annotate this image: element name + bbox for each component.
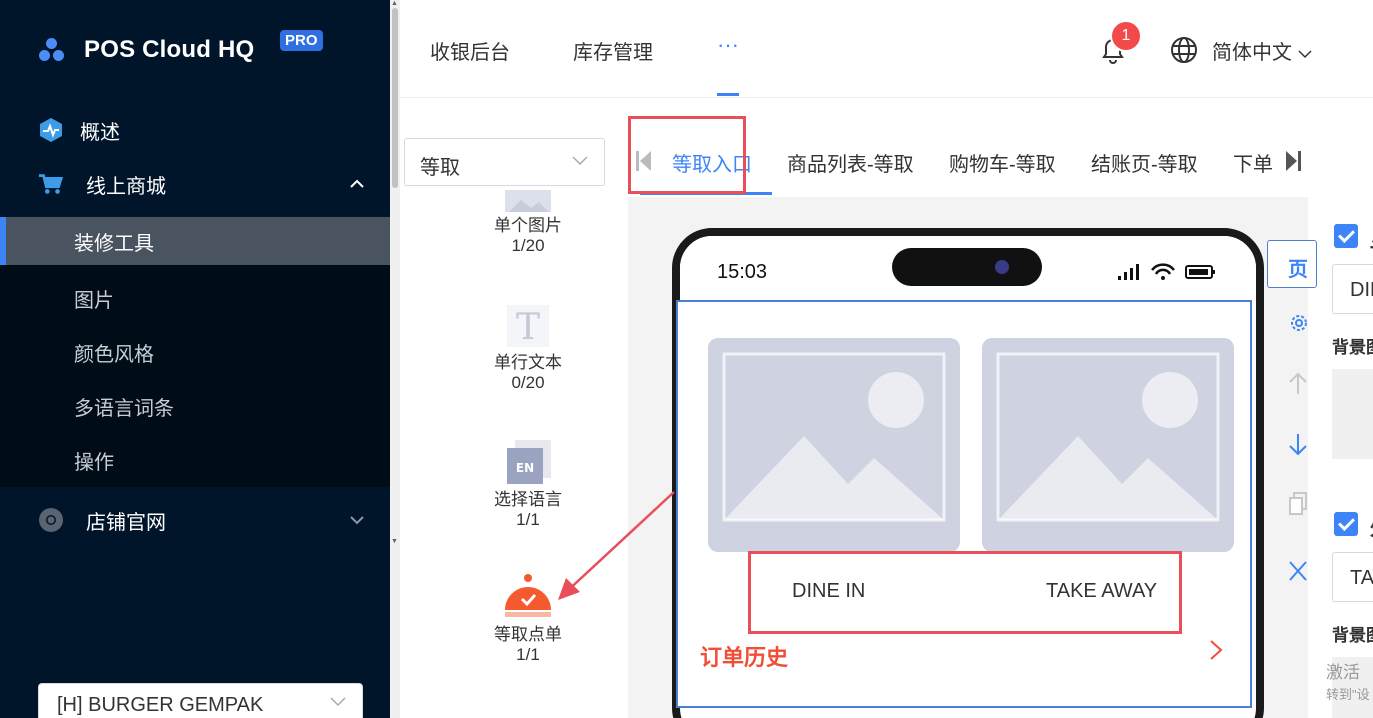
- copy-icon[interactable]: [1288, 492, 1308, 522]
- submenu-item-operations[interactable]: 操作: [0, 436, 390, 484]
- status-icons: [1118, 262, 1218, 287]
- active-tab-indicator: [717, 93, 739, 96]
- tab-checkout-wait[interactable]: 结账页-等取: [1091, 148, 1198, 177]
- brand-title: POS Cloud HQ: [84, 36, 255, 63]
- tab-cart-wait[interactable]: 购物车-等取: [949, 148, 1056, 177]
- component-count: 1/20: [511, 236, 545, 255]
- store-select[interactable]: [H] BURGER GEMPAK: [38, 683, 363, 718]
- brand-logo[interactable]: POS Cloud HQ PRO: [38, 30, 323, 70]
- annotation-arrow-icon: [558, 491, 675, 600]
- gear-icon[interactable]: [1288, 312, 1310, 340]
- menu-item-store-website[interactable]: 店铺官网: [0, 494, 390, 546]
- image-icon: [505, 190, 551, 212]
- scrollbar-thumb[interactable]: [392, 8, 398, 188]
- watermark-line: 激活: [1326, 663, 1360, 682]
- submenu-item-color-style[interactable]: 颜色风格: [0, 328, 390, 376]
- watermark-line: 转到"设: [1326, 687, 1370, 702]
- chevron-right-icon[interactable]: [1208, 638, 1224, 669]
- component-label: 单个图片: [494, 216, 562, 235]
- submenu-label: 操作: [74, 451, 114, 474]
- show-checkbox[interactable]: [1334, 224, 1358, 248]
- tab-place-order[interactable]: 下单: [1233, 148, 1279, 177]
- chevron-down-icon: [1298, 50, 1312, 59]
- phone-time: 15:03: [717, 261, 768, 283]
- submenu-item-decoration-tool[interactable]: 装修工具: [0, 217, 390, 265]
- submenu-label: 颜色风格: [74, 343, 154, 366]
- menu-label: 概述: [80, 121, 120, 144]
- activation-watermark: 激活 转到"设: [1326, 662, 1370, 706]
- component-count: 1/1: [516, 645, 540, 664]
- submenu-label: 多语言词条: [74, 397, 174, 420]
- component-single-image[interactable]: 单个图片 1/20: [440, 190, 616, 256]
- takeaway-checkbox[interactable]: [1334, 512, 1358, 536]
- language-value: 简体中文: [1212, 42, 1292, 64]
- tab-cashier-backend[interactable]: 收银后台: [430, 36, 510, 65]
- component-type-select[interactable]: 等取: [404, 138, 605, 186]
- logo-icon: [38, 36, 66, 64]
- component-type-value: 等取: [420, 157, 460, 179]
- chrome-icon: [38, 507, 64, 533]
- notification-badge[interactable]: 1: [1110, 20, 1142, 52]
- dashboard-icon: [38, 117, 64, 143]
- wait-entry-component[interactable]: DINE IN TAKE AWAY 订单历史: [676, 300, 1252, 708]
- top-header: 收银后台 库存管理 ··· 1 简体中文: [400, 0, 1373, 98]
- dine-in-label-input[interactable]: DINE IN: [1332, 264, 1373, 314]
- component-count: 0/20: [511, 373, 545, 392]
- pro-badge: PRO: [280, 30, 323, 51]
- properties-panel: 显 DINE IN 背景图 外 TAKE AWAY 背景图: [1318, 197, 1373, 718]
- cart-icon: [38, 171, 64, 197]
- svg-text:T: T: [516, 307, 540, 348]
- globe-icon[interactable]: [1170, 36, 1198, 64]
- submenu-label: 图片: [74, 289, 114, 312]
- camera-icon: [995, 260, 1009, 274]
- language-icon: EN: [503, 438, 553, 486]
- menu-label: 线上商城: [86, 175, 166, 198]
- tab-inventory[interactable]: 库存管理: [573, 36, 653, 65]
- menu-item-online-mall[interactable]: 线上商城: [0, 158, 390, 210]
- tabs-next-icon[interactable]: [1285, 150, 1301, 177]
- sidebar: POS Cloud HQ PRO 概述 线上商城 装修工具 图片 颜色风格 多语…: [0, 0, 400, 718]
- submenu-item-images[interactable]: 图片: [0, 274, 390, 322]
- chevron-down-icon: [350, 512, 364, 528]
- component-label: 单行文本: [494, 353, 562, 372]
- language-select[interactable]: 简体中文: [1212, 36, 1312, 65]
- chevron-down-icon: [330, 694, 346, 710]
- tab-product-list-wait[interactable]: 商品列表-等取: [787, 148, 914, 177]
- bg-image-upload[interactable]: [1332, 369, 1373, 459]
- dynamic-island: [892, 248, 1042, 286]
- move-down-icon[interactable]: [1288, 432, 1308, 462]
- tab-more[interactable]: ···: [717, 32, 739, 58]
- chevron-up-icon: [350, 176, 364, 192]
- store-select-value: [H] BURGER GEMPAK: [57, 694, 264, 716]
- submenu-item-language-terms[interactable]: 多语言词条: [0, 382, 390, 430]
- page-settings-button[interactable]: 页: [1267, 240, 1317, 288]
- move-up-icon[interactable]: [1288, 372, 1308, 402]
- bg-image-label: 背景图: [1332, 626, 1373, 645]
- annotation-box-buttons: [748, 551, 1182, 634]
- submenu: 装修工具 图片 颜色风格 多语言词条 操作: [0, 217, 390, 487]
- scroll-down-icon[interactable]: ▼: [391, 538, 398, 545]
- image-placeholder-icon[interactable]: [982, 338, 1234, 552]
- scroll-up-icon[interactable]: ▲: [391, 0, 398, 7]
- close-icon[interactable]: [1288, 560, 1308, 588]
- submenu-label: 装修工具: [74, 232, 154, 255]
- component-label: 等取点单: [494, 625, 562, 644]
- bg-image-label: 背景图: [1332, 338, 1373, 357]
- order-history-link[interactable]: 订单历史: [700, 640, 788, 672]
- take-away-label-input[interactable]: TAKE AWAY: [1332, 552, 1373, 602]
- menu-label: 店铺官网: [86, 511, 166, 534]
- svg-text:EN: EN: [516, 461, 534, 475]
- sidebar-scrollbar[interactable]: ▲ ▼: [390, 0, 400, 718]
- image-placeholder-icon[interactable]: [708, 338, 960, 552]
- cloche-icon: [503, 573, 553, 621]
- component-single-text[interactable]: T 单行文本 0/20: [440, 303, 616, 393]
- menu-item-overview[interactable]: 概述: [0, 104, 390, 156]
- chevron-down-icon: [572, 153, 588, 169]
- annotation-box-tab: [628, 116, 746, 194]
- phone-status-bar: 15:03: [680, 236, 1256, 302]
- text-icon: T: [505, 303, 551, 349]
